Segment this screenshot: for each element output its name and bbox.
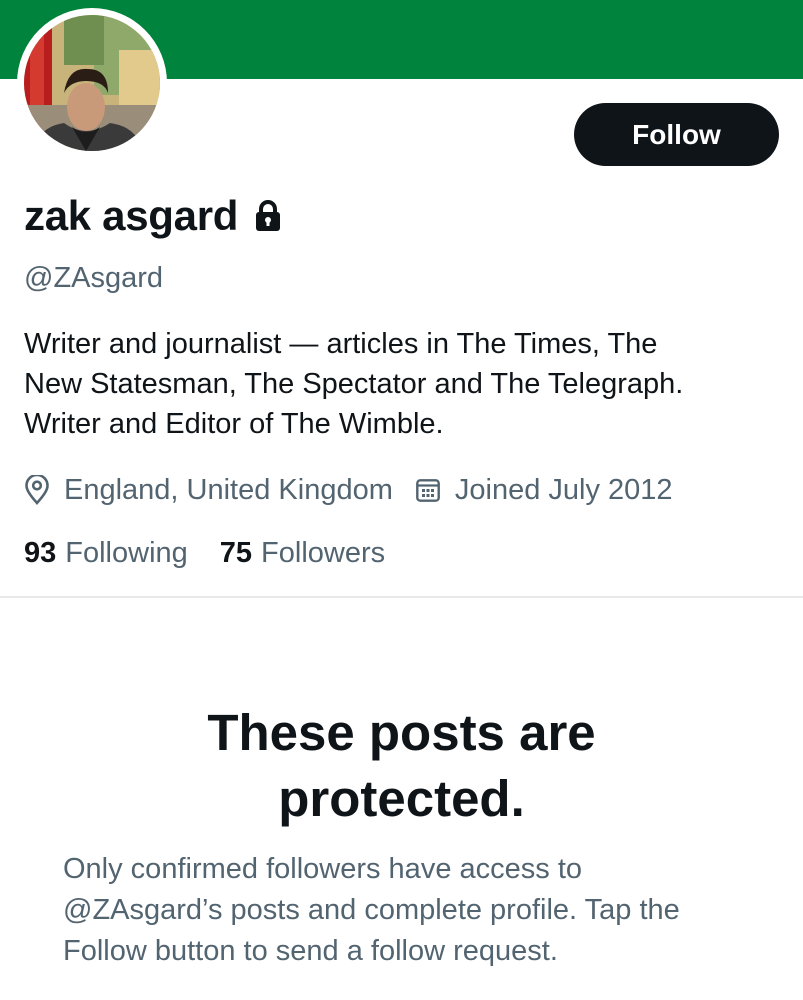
- followers-label: Followers: [261, 536, 386, 569]
- protected-title-line: protected.: [278, 770, 525, 827]
- protected-message: Only confirmed followers have access to …: [63, 849, 783, 972]
- user-handle: @ZAsgard: [24, 262, 164, 294]
- protected-message-line: Only confirmed followers have access to: [63, 853, 582, 885]
- calendar-icon: [415, 477, 441, 503]
- bio-line: Writer and journalist — articles in The …: [24, 328, 658, 360]
- profile-meta: England, United Kingdom Joined July 2012: [24, 470, 673, 510]
- bio-line: New Statesman, The Spectator and The Tel…: [24, 368, 684, 400]
- follow-button[interactable]: Follow: [574, 103, 779, 166]
- protected-title-line: These posts are: [207, 704, 596, 761]
- display-name: zak asgard: [24, 192, 239, 239]
- joined-text: Joined July 2012: [454, 473, 673, 506]
- profile-page: Follow zak asgard @ZAsgard Writer and jo…: [0, 0, 803, 1000]
- following-label: Following: [65, 536, 188, 569]
- location-pin-icon: [24, 475, 50, 505]
- following-link[interactable]: 93 Following: [24, 537, 188, 570]
- protected-message-line: @ZAsgard’s posts and complete profile. T…: [63, 894, 680, 926]
- avatar[interactable]: [24, 15, 160, 151]
- protected-title: These posts are protected.: [0, 700, 803, 832]
- followers-count: 75: [219, 536, 253, 569]
- lock-icon: [254, 199, 282, 233]
- name-row: zak asgard: [24, 190, 282, 242]
- location-item: England, United Kingdom: [24, 474, 393, 507]
- section-divider: [0, 596, 803, 598]
- location-text: England, United Kingdom: [64, 473, 393, 506]
- following-count: 93: [24, 536, 57, 569]
- joined-item: Joined July 2012: [415, 474, 673, 507]
- bio-line: Writer and Editor of The Wimble.: [24, 408, 444, 440]
- followers-link[interactable]: 75 Followers: [220, 537, 385, 570]
- protected-message-line: Follow button to send a follow request.: [63, 935, 558, 967]
- profile-bio: Writer and journalist — articles in The …: [24, 324, 784, 444]
- follow-stats: 93 Following 75 Followers: [24, 533, 385, 573]
